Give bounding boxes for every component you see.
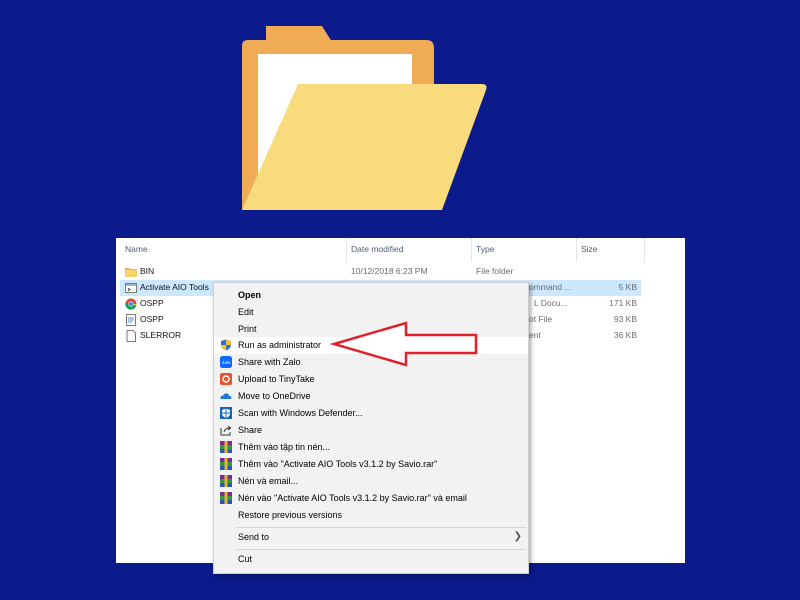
onedrive-icon (220, 393, 232, 399)
menu-item-label: Upload to TinyTake (238, 374, 315, 384)
winrar-icon (220, 475, 232, 487)
column-separator[interactable] (644, 238, 645, 262)
menu-item-label: Nén và email... (238, 476, 299, 486)
menu-item-add-to-rar[interactable]: Thêm vào "Activate AIO Tools v3.1.2 by S… (214, 456, 528, 473)
menu-item-label: Send to (238, 532, 270, 542)
menu-item-label: Thêm vào tập tin nén... (238, 442, 331, 452)
column-header-name[interactable]: Name (125, 244, 148, 254)
file-type-partial: ot File (529, 314, 553, 324)
menu-item-label: Share with Zalo (238, 357, 301, 367)
menu-item-label: Open (238, 290, 262, 300)
menu-item-send-to[interactable]: Send to ❯ (214, 529, 528, 546)
menu-item-open[interactable]: Open (214, 287, 528, 304)
file-name: OSPP (140, 298, 164, 308)
menu-item-compress-and-email[interactable]: Nén và email... (214, 473, 528, 490)
file-size: 93 KB (613, 314, 637, 324)
document-icon (126, 330, 136, 342)
script-file-icon (126, 314, 136, 326)
menu-item-edit[interactable]: Edit (214, 304, 528, 321)
winrar-icon (220, 458, 232, 470)
menu-item-compress-to-rar-and-email[interactable]: Nén vào "Activate AIO Tools v3.1.2 by Sa… (214, 490, 528, 507)
chevron-right-icon: ❯ (513, 531, 522, 542)
file-name: SLERROR (140, 330, 182, 340)
svg-text:Zalo: Zalo (222, 360, 231, 365)
menu-item-label: Run as administrator (238, 340, 322, 350)
winrar-icon (220, 492, 232, 504)
file-row-bin[interactable]: BIN 10/12/2018 6:23 PM File folder (120, 264, 641, 280)
menu-item-cut[interactable]: Cut (214, 551, 528, 568)
folder-icon (125, 268, 137, 277)
column-header-date[interactable]: Date modified (351, 244, 403, 254)
defender-icon (220, 407, 232, 419)
zalo-icon: Zalo (220, 356, 232, 368)
file-name: OSPP (140, 314, 164, 324)
file-type-partial: ent (529, 330, 541, 340)
folder-illustration-icon (242, 26, 487, 210)
column-separator[interactable] (471, 238, 472, 262)
menu-item-label: Scan with Windows Defender... (238, 408, 363, 418)
file-type-partial: L Docu... (534, 298, 568, 308)
column-separator[interactable] (576, 238, 577, 262)
menu-separator (236, 527, 526, 528)
winrar-icon (220, 441, 232, 453)
share-icon (220, 425, 232, 436)
sort-caret-icon[interactable]: ^ (230, 238, 233, 240)
column-header-type[interactable]: Type (476, 244, 494, 254)
uac-shield-icon (221, 339, 231, 351)
menu-item-label: Cut (238, 554, 253, 564)
menu-item-label: Nén vào "Activate AIO Tools v3.1.2 by Sa… (238, 493, 467, 503)
file-name: BIN (140, 266, 155, 276)
red-arrow-annotation (330, 321, 478, 367)
file-size: 36 KB (613, 330, 637, 340)
column-separator[interactable] (346, 238, 347, 262)
file-type: File folder (476, 266, 514, 276)
file-size: 5 KB (618, 282, 637, 292)
column-header-size[interactable]: Size (581, 244, 598, 254)
file-name: Activate AIO Tools (140, 282, 209, 292)
file-size: 171 KB (609, 298, 637, 308)
menu-item-label: Thêm vào "Activate AIO Tools v3.1.2 by S… (238, 459, 438, 469)
menu-item-share[interactable]: Share (214, 422, 528, 439)
menu-item-label: Restore previous versions (238, 510, 343, 520)
menu-item-restore-previous-versions[interactable]: Restore previous versions (214, 507, 528, 524)
cmd-file-icon (125, 283, 137, 293)
chrome-icon (125, 298, 137, 310)
menu-item-scan-with-windows-defender[interactable]: Scan with Windows Defender... (214, 405, 528, 422)
menu-item-label: Share (238, 425, 263, 435)
menu-item-label: Move to OneDrive (238, 391, 311, 401)
menu-item-upload-to-tinytake[interactable]: Upload to TinyTake (214, 371, 528, 388)
file-type-partial: ommand ... (529, 282, 572, 292)
menu-item-add-to-archive[interactable]: Thêm vào tập tin nén... (214, 439, 528, 456)
menu-item-move-to-onedrive[interactable]: Move to OneDrive (214, 388, 528, 405)
menu-item-label: Edit (238, 307, 254, 317)
tinytake-icon (220, 373, 232, 385)
menu-item-label: Print (238, 324, 257, 334)
file-date: 10/12/2018 6:23 PM (351, 266, 428, 276)
menu-separator (236, 549, 526, 550)
